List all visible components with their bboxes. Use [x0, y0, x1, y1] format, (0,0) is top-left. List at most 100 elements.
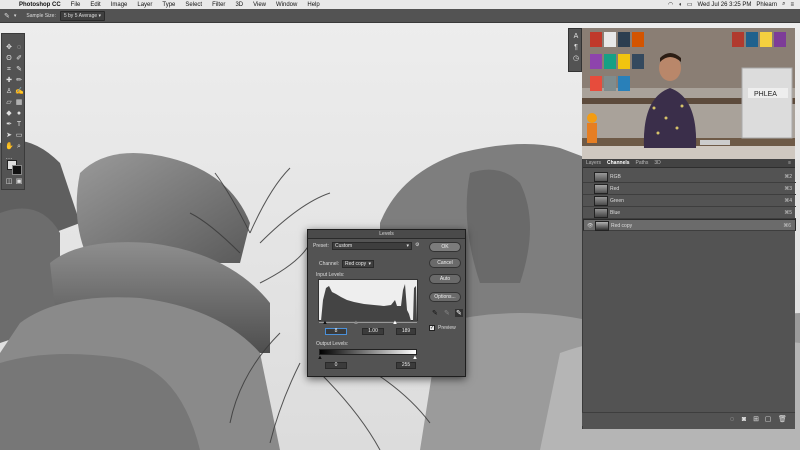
save-selection-icon[interactable]: ◙ [740, 416, 748, 424]
type-tool-icon[interactable]: T [15, 121, 23, 129]
input-white-field[interactable]: 189 [396, 328, 416, 335]
channel-row-green[interactable]: Green ⌘4 [583, 195, 796, 207]
menu-file[interactable]: File [66, 2, 86, 8]
output-white-field[interactable]: 255 [396, 362, 416, 369]
clock-text[interactable]: Wed Jul 26 3:25 PM [698, 2, 752, 8]
menu-select[interactable]: Select [180, 2, 207, 8]
tab-layers[interactable]: Layers [586, 160, 601, 166]
sample-size-select[interactable]: 5 by 5 Average ▾ [59, 10, 106, 21]
blur-tool-icon[interactable]: ◆ [5, 110, 13, 118]
menu-edit[interactable]: Edit [85, 2, 105, 8]
brush-tool-icon[interactable]: ✏ [15, 77, 23, 85]
svg-text:PHLEA: PHLEA [754, 91, 777, 98]
list-icon[interactable]: ≡ [790, 2, 794, 8]
black-point-eyedropper-icon[interactable]: ✎ [432, 309, 438, 317]
new-channel-icon[interactable]: ⊞ [752, 416, 760, 424]
marquee-tool-icon[interactable]: ◌ [15, 44, 23, 52]
tab-channels[interactable]: Channels [607, 160, 630, 166]
channel-thumbnail [595, 221, 609, 231]
channel-row-rgb[interactable]: RGB ⌘2 [583, 171, 796, 183]
tab-3d[interactable]: 3D [654, 160, 660, 166]
dodge-tool-icon[interactable]: ● [15, 110, 23, 118]
menu-app-name[interactable]: Photoshop CC [14, 2, 66, 8]
volume-icon[interactable]: ◖ [678, 2, 682, 8]
panel-menu-icon[interactable]: ≡ [788, 160, 795, 166]
path-select-tool-icon[interactable]: ➤ [5, 132, 13, 140]
channel-select[interactable]: Red copy ▾ [342, 260, 374, 268]
options-bar: ✎ ▾ Sample Size: 5 by 5 Average ▾ [0, 9, 800, 23]
output-black-slider-handle[interactable]: ▲ [317, 355, 323, 361]
input-black-field[interactable]: 8 [325, 328, 347, 335]
healing-tool-icon[interactable]: ✚ [5, 77, 13, 85]
pen-tool-icon[interactable]: ✒ [5, 121, 13, 129]
channel-name: Blue [610, 210, 621, 216]
white-point-eyedropper-icon[interactable]: ✎ [455, 309, 463, 317]
tab-paths[interactable]: Paths [636, 160, 649, 166]
load-selection-icon[interactable]: ◌ [728, 416, 736, 424]
menu-filter[interactable]: Filter [207, 2, 230, 8]
gray-point-eyedropper-icon[interactable]: ✎ [444, 309, 450, 317]
input-levels-label: Input Levels: [316, 272, 345, 278]
screen-mode-icon[interactable]: ▣ [15, 178, 23, 186]
menu-view[interactable]: View [248, 2, 271, 8]
wifi-icon[interactable]: ◠ [668, 1, 673, 8]
menu-image[interactable]: Image [106, 2, 133, 8]
zoom-tool-icon[interactable]: ⌕ [15, 143, 23, 151]
levels-dialog: Levels Preset: Custom ▾ ⚙ Channel: Red c… [307, 229, 466, 377]
input-white-slider-handle[interactable]: ▲ [392, 320, 398, 326]
output-black-field[interactable]: 0 [325, 362, 347, 369]
channel-shortcut: ⌘4 [784, 198, 792, 204]
input-gamma-slider-handle[interactable]: ▲ [353, 320, 359, 326]
cancel-button[interactable]: Cancel [429, 258, 461, 268]
move-tool-icon[interactable]: ✥ [5, 44, 13, 52]
battery-icon[interactable]: ▭ [687, 1, 693, 8]
quick-mask-icon[interactable]: ◫ [5, 178, 13, 186]
menu-type[interactable]: Type [157, 2, 180, 8]
channel-thumbnail [594, 208, 608, 218]
input-gamma-field[interactable]: 1.00 [362, 328, 384, 335]
menu-help[interactable]: Help [302, 2, 324, 8]
history-brush-icon[interactable]: ✍ [15, 88, 24, 96]
menu-3d[interactable]: 3D [230, 2, 248, 8]
eyedropper-tool-icon[interactable]: ✎ [4, 12, 10, 20]
auto-button[interactable]: Auto [429, 274, 461, 284]
character-panel-icon[interactable]: A [572, 33, 580, 41]
sample-size-value: 5 by 5 Average [63, 12, 98, 19]
preset-select[interactable]: Custom ▾ [332, 242, 412, 250]
crop-tool-icon[interactable]: ⌗ [5, 66, 13, 74]
preset-value: Custom [335, 243, 353, 249]
output-levels-label: Output Levels: [316, 341, 349, 347]
paragraph-panel-icon[interactable]: ¶ [572, 44, 580, 52]
channel-row-red-copy[interactable]: 👁 Red copy ⌘6 [583, 219, 796, 231]
output-white-slider-handle[interactable]: ▲ [412, 355, 418, 361]
lasso-tool-icon[interactable]: ʘ [5, 55, 13, 63]
preset-options-gear-icon[interactable]: ⚙ [415, 242, 419, 248]
tool-preset-chevron-icon[interactable]: ▾ [14, 13, 17, 19]
channel-row-blue[interactable]: Blue ⌘5 [583, 207, 796, 219]
history-panel-icon[interactable]: ◷ [572, 55, 580, 63]
input-black-slider-handle[interactable]: ▲ [322, 320, 328, 326]
histogram [318, 279, 418, 321]
background-color-swatch[interactable] [12, 165, 22, 175]
preview-checkbox[interactable]: ✓ [429, 325, 435, 331]
eraser-tool-icon[interactable]: ▱ [5, 99, 13, 107]
channel-row-red[interactable]: Red ⌘3 [583, 183, 796, 195]
options-button[interactable]: Options... [429, 292, 461, 302]
eyedropper-tool-icon[interactable]: ✎ [15, 66, 23, 74]
channels-panel: Layers Channels Paths 3D ≡ RGB ⌘2 Red ⌘3… [582, 159, 796, 429]
ok-button[interactable]: OK [429, 242, 461, 252]
shape-tool-icon[interactable]: ▭ [15, 132, 23, 140]
collapsed-panel-strip: A ¶ ◷ [568, 28, 582, 72]
menu-window[interactable]: Window [271, 2, 302, 8]
user-name[interactable]: Phlearn [756, 2, 777, 8]
quick-select-tool-icon[interactable]: ✐ [15, 55, 23, 63]
gradient-tool-icon[interactable]: ▦ [15, 99, 23, 107]
hand-tool-icon[interactable]: ✋ [5, 143, 14, 151]
stamp-tool-icon[interactable]: ♙ [5, 88, 13, 96]
new-channel-icon-2[interactable]: ▢ [764, 416, 772, 424]
visibility-eye-icon[interactable]: 👁 [587, 223, 593, 229]
channel-thumbnail [594, 196, 608, 206]
trash-icon[interactable]: 🗑 [778, 416, 787, 424]
menu-layer[interactable]: Layer [132, 2, 157, 8]
spotlight-icon[interactable]: ⌕ [782, 1, 785, 8]
